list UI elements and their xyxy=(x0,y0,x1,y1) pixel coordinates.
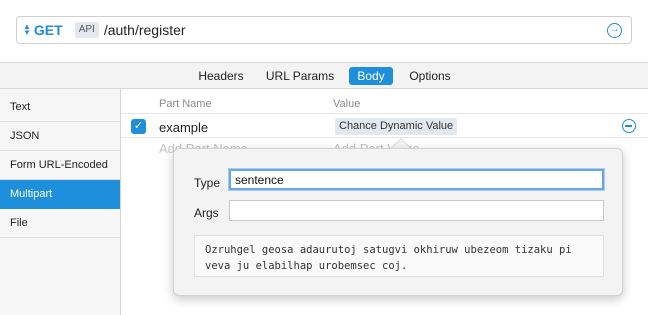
sidebar-item-json[interactable]: JSON xyxy=(0,122,120,151)
generated-value-preview: Ozruhgel geosa adaurutoj satugvi okhiruw… xyxy=(194,235,604,277)
up-down-arrows-icon: ▲ ▼ xyxy=(23,22,31,37)
args-label: Args xyxy=(194,206,219,220)
row-enabled-checkbox[interactable]: ✓ xyxy=(131,119,146,134)
args-input[interactable] xyxy=(229,200,604,221)
send-request-button[interactable]: → xyxy=(607,23,622,38)
checkmark-icon: ✓ xyxy=(133,120,144,132)
part-name-field[interactable]: example xyxy=(159,120,208,135)
tab-options[interactable]: Options xyxy=(403,67,457,85)
tab-headers[interactable]: Headers xyxy=(193,67,249,85)
sidebar-item-multipart[interactable]: Multipart xyxy=(0,180,120,209)
part-name-header: Part Name xyxy=(159,98,212,110)
body-type-sidebar: Text JSON Form URL-Encoded Multipart Fil… xyxy=(0,89,121,315)
row-divider xyxy=(121,137,648,138)
method-label: GET xyxy=(33,22,63,38)
type-label: Type xyxy=(194,176,221,190)
tab-url-params[interactable]: URL Params xyxy=(261,67,339,85)
value-header: Value xyxy=(333,98,361,110)
sidebar-item-form-url-encoded[interactable]: Form URL-Encoded xyxy=(0,151,120,180)
tabs-bar: Headers URL Params Body Options xyxy=(0,62,648,89)
method-selector[interactable]: ▲ ▼ GET xyxy=(23,22,63,38)
tab-body[interactable]: Body xyxy=(349,67,393,85)
dynamic-value-popover: Type Args Ozruhgel geosa adaurutoj satug… xyxy=(173,148,623,296)
api-badge: API xyxy=(74,22,99,38)
sidebar-item-text[interactable]: Text xyxy=(0,89,120,122)
sidebar-item-file[interactable]: File xyxy=(0,209,120,238)
type-input[interactable] xyxy=(229,169,604,190)
circle-minus-icon[interactable] xyxy=(622,119,636,133)
header-divider xyxy=(121,113,648,114)
circle-arrow-right-icon: → xyxy=(609,24,620,35)
url-bar[interactable]: ▲ ▼ GET API /auth/register → xyxy=(16,16,632,44)
url-path[interactable]: /auth/register xyxy=(104,22,186,38)
dynamic-value-token[interactable]: Chance Dynamic Value xyxy=(335,118,458,135)
